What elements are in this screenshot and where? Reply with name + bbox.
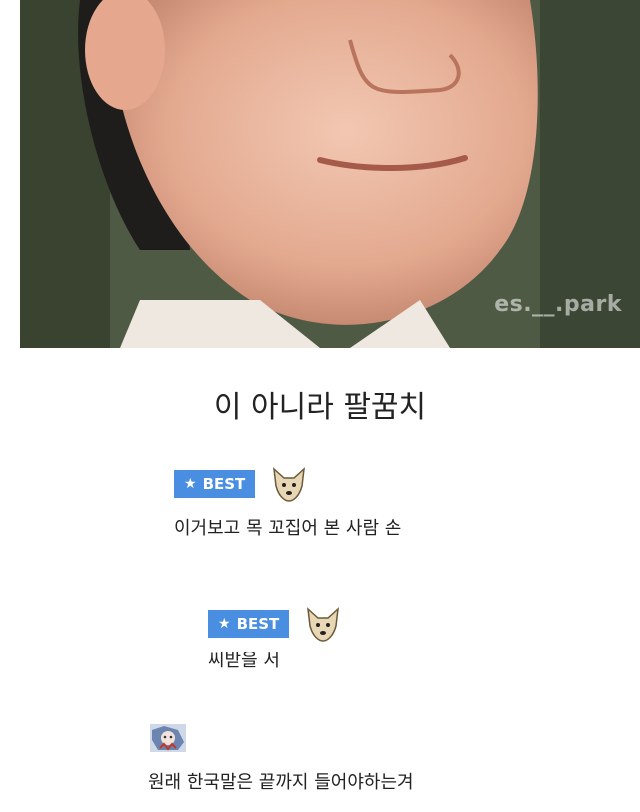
dog-avatar-icon — [273, 467, 306, 502]
star-icon: ★ — [218, 616, 231, 632]
comment-2: ★ BEST 씨받을 서 — [208, 604, 343, 668]
best-badge: ★ BEST — [174, 470, 256, 498]
comment-text: 원래 한국말은 끝까지 들어야하는겨 — [148, 772, 414, 793]
photo: es.__.park — [20, 0, 640, 348]
watermark: es.__.park — [494, 292, 622, 317]
comment-text-partial: 씨받을 서 — [208, 652, 280, 668]
star-icon: ★ — [184, 476, 197, 492]
comment-text: 이거보고 목 꼬집어 본 사람 손 — [174, 518, 402, 539]
best-badge: ★ BEST — [208, 610, 290, 638]
comment-1: ★ BEST 이거보고 목 꼬집어 본 사람 손 — [174, 464, 401, 540]
caption: 이 아니라 팔꿈치 — [213, 390, 427, 425]
anime-avatar-icon — [150, 724, 186, 752]
comment-3: 원래 한국말은 끝까지 들어야하는겨 — [148, 722, 414, 794]
dog-avatar-icon — [307, 607, 340, 642]
